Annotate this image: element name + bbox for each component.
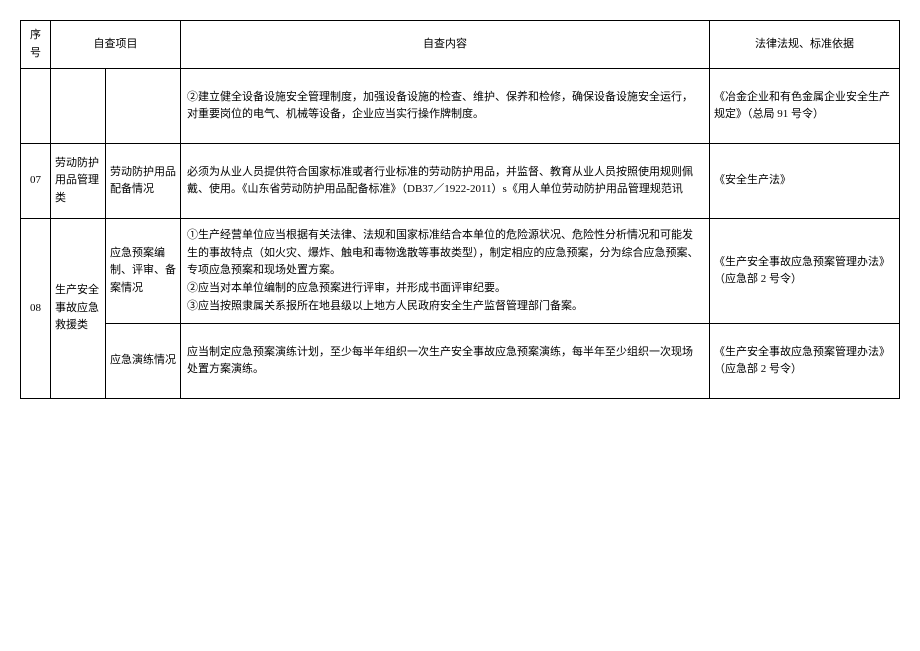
cell-basis: 《安全生产法》 (710, 144, 900, 219)
cell-subcategory: 应急演练情况 (106, 324, 181, 399)
cell-content: 必须为从业人员提供符合国家标准或者行业标准的劳动防护用品，并监督、教育从业人员按… (181, 144, 710, 219)
table-row: 应急演练情况 应当制定应急预案演练计划，至少每半年组织一次生产安全事故应急预案演… (21, 324, 900, 399)
cell-subcategory: 劳动防护用品配备情况 (106, 144, 181, 219)
cell-content: ②建立健全设备设施安全管理制度，加强设备设施的检查、维护、保养和检修，确保设备设… (181, 69, 710, 144)
cell-basis: 《冶金企业和有色金属企业安全生产规定》（总局 91 号令） (710, 69, 900, 144)
cell-category (51, 69, 106, 144)
cell-content: ①生产经营单位应当根据有关法律、法规和国家标准结合本单位的危险源状况、危险性分析… (181, 219, 710, 324)
header-content: 自查内容 (181, 21, 710, 69)
header-basis: 法律法规、标准依据 (710, 21, 900, 69)
cell-seq: 07 (21, 144, 51, 219)
cell-content: 应当制定应急预案演练计划，至少每半年组织一次生产安全事故应急预案演练，每半年至少… (181, 324, 710, 399)
cell-subcategory (106, 69, 181, 144)
inspection-table: 序号 自查项目 自查内容 法律法规、标准依据 ②建立健全设备设施安全管理制度，加… (20, 20, 900, 399)
cell-subcategory: 应急预案编制、评审、备案情况 (106, 219, 181, 324)
cell-category: 生产安全事故应急救援类 (51, 219, 106, 399)
cell-basis: 《生产安全事故应急预案管理办法》（应急部 2 号令） (710, 219, 900, 324)
cell-basis: 《生产安全事故应急预案管理办法》（应急部 2 号令） (710, 324, 900, 399)
table-row: 07 劳动防护用品管理类 劳动防护用品配备情况 必须为从业人员提供符合国家标准或… (21, 144, 900, 219)
header-category: 自查项目 (51, 21, 181, 69)
cell-seq (21, 69, 51, 144)
table-row: ②建立健全设备设施安全管理制度，加强设备设施的检查、维护、保养和检修，确保设备设… (21, 69, 900, 144)
header-seq: 序号 (21, 21, 51, 69)
cell-seq: 08 (21, 219, 51, 399)
header-row: 序号 自查项目 自查内容 法律法规、标准依据 (21, 21, 900, 69)
cell-category: 劳动防护用品管理类 (51, 144, 106, 219)
table-row: 08 生产安全事故应急救援类 应急预案编制、评审、备案情况 ①生产经营单位应当根… (21, 219, 900, 324)
